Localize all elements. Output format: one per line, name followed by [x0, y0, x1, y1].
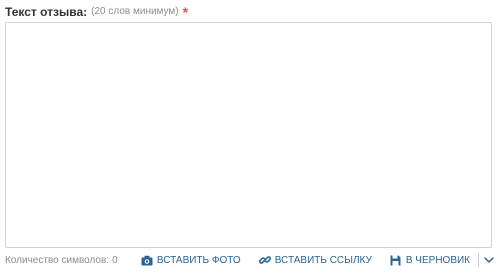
character-counter-label: Количество символов: — [5, 254, 110, 266]
insert-link-button[interactable]: ВСТАВИТЬ ССЫЛКУ — [258, 254, 372, 266]
required-mark: * — [182, 4, 189, 20]
review-label-row: Текст отзыва: (20 слов минимум) * — [5, 4, 188, 20]
chevron-down-icon — [484, 257, 494, 263]
review-text-input[interactable] — [5, 22, 492, 248]
review-label: Текст отзыва: — [5, 5, 88, 19]
editor-footer: Количество символов: 0 ВСТАВИТЬ ФОТО ВСТ… — [5, 250, 495, 270]
camera-icon — [141, 254, 153, 266]
review-form: Текст отзыва: (20 слов минимум) * Количе… — [0, 0, 500, 276]
review-hint: (20 слов минимум) — [91, 6, 179, 17]
more-options-button[interactable] — [483, 253, 495, 267]
actions-divider — [478, 253, 479, 267]
character-counter: Количество символов: 0 — [5, 255, 118, 266]
save-draft-button[interactable]: В ЧЕРНОВИК — [390, 254, 470, 266]
save-icon — [390, 254, 402, 266]
save-draft-label: В ЧЕРНОВИК — [405, 254, 470, 266]
insert-photo-button[interactable]: ВСТАВИТЬ ФОТО — [141, 254, 241, 266]
insert-photo-label: ВСТАВИТЬ ФОТО — [156, 254, 241, 266]
character-counter-value: 0 — [112, 254, 118, 266]
insert-link-label: ВСТАВИТЬ ССЫЛКУ — [274, 254, 372, 266]
editor-actions: ВСТАВИТЬ ФОТО ВСТАВИТЬ ССЫЛКУ В ЧЕРНОВИК — [141, 250, 495, 270]
link-icon — [258, 254, 271, 266]
